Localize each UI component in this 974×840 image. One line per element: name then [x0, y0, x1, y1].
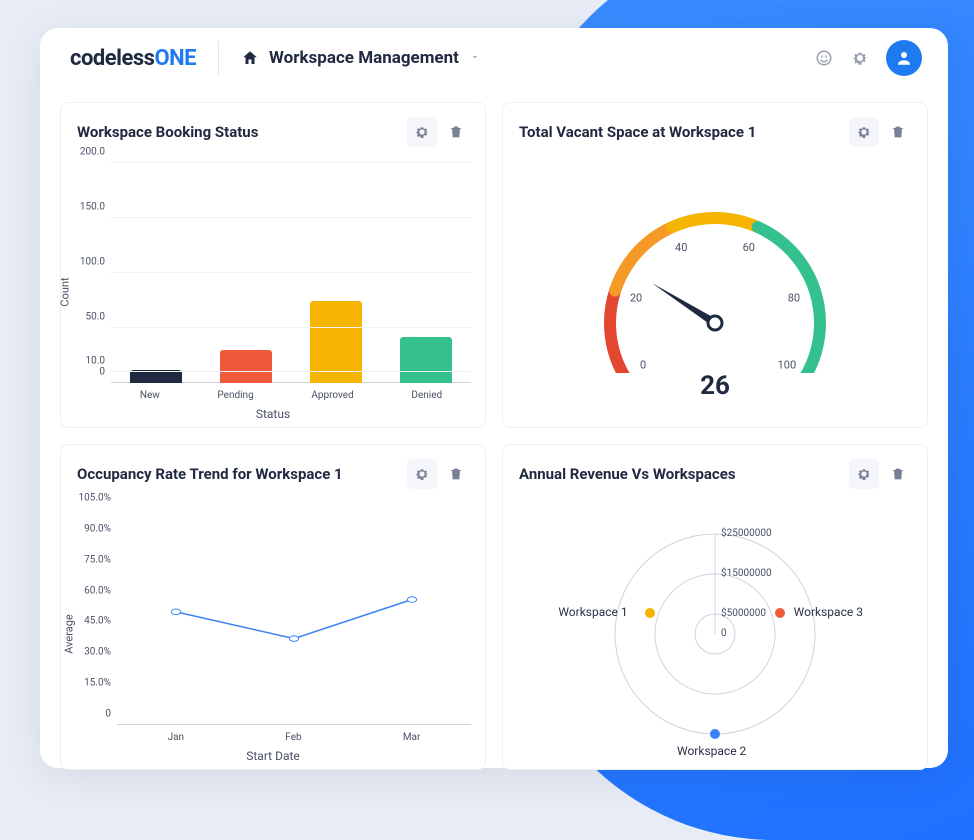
- widget-title: Occupancy Rate Trend for Workspace 1: [77, 465, 403, 483]
- widget-delete-button[interactable]: [883, 459, 913, 489]
- header-divider: [218, 41, 219, 75]
- x-axis-ticks: NewPendingApprovedDenied: [111, 390, 471, 401]
- widget-booking-status: Workspace Booking Status Count 010.050.0…: [60, 102, 486, 428]
- bar-chart: 010.050.0100.0150.0200.0: [111, 163, 471, 383]
- widget-annual-revenue: Annual Revenue Vs Workspaces 0$5000000$1…: [502, 444, 928, 770]
- widget-delete-button[interactable]: [883, 117, 913, 147]
- dashboard-grid: Workspace Booking Status Count 010.050.0…: [40, 102, 948, 790]
- gauge-value: 26: [700, 371, 730, 401]
- svg-text:0: 0: [640, 359, 646, 372]
- widget-delete-button[interactable]: [441, 117, 471, 147]
- widget-occupancy-trend: Occupancy Rate Trend for Workspace 1 Ave…: [60, 444, 486, 770]
- x-axis-label: Status: [61, 407, 485, 421]
- brand: codelessONE: [70, 46, 196, 71]
- chevron-down-icon[interactable]: [469, 51, 481, 66]
- x-axis-label: Start Date: [61, 749, 485, 763]
- widget-settings-button[interactable]: [407, 459, 437, 489]
- emoji-button[interactable]: [808, 42, 840, 74]
- line-chart: 015.0%30.0%45.0%60.0%75.0%90.0%105.0%: [117, 509, 471, 725]
- widget-title: Annual Revenue Vs Workspaces: [519, 465, 845, 483]
- svg-text:40: 40: [675, 241, 687, 254]
- widget-settings-button[interactable]: [407, 117, 437, 147]
- widget-delete-button[interactable]: [441, 459, 471, 489]
- svg-text:20: 20: [630, 291, 642, 304]
- svg-text:80: 80: [788, 291, 800, 304]
- brand-right: ONE: [154, 46, 196, 71]
- widget-title: Total Vacant Space at Workspace 1: [519, 123, 845, 141]
- settings-button[interactable]: [844, 42, 876, 74]
- widget-title: Workspace Booking Status: [77, 123, 403, 141]
- widget-vacant-space: Total Vacant Space at Workspace 1 0 20 40 6…: [502, 102, 928, 428]
- user-avatar[interactable]: [886, 40, 922, 76]
- y-axis-label: Count: [59, 277, 72, 306]
- widget-settings-button[interactable]: [849, 117, 879, 147]
- widget-settings-button[interactable]: [849, 459, 879, 489]
- app-shell: codelessONE Workspace Management Workspa…: [40, 28, 948, 768]
- polar-chart: 0$5000000$15000000$25000000Workspace 1Wo…: [550, 499, 880, 759]
- svg-text:60: 60: [743, 241, 755, 254]
- brand-left: codeless: [70, 46, 154, 71]
- page-title: Workspace Management: [269, 48, 459, 68]
- home-icon: [241, 49, 259, 67]
- svg-text:100: 100: [778, 359, 797, 372]
- header: codelessONE Workspace Management: [40, 28, 948, 88]
- gauge-chart: 0 20 40 60 80 100: [585, 173, 845, 373]
- x-axis-ticks: JanFebMar: [117, 732, 471, 743]
